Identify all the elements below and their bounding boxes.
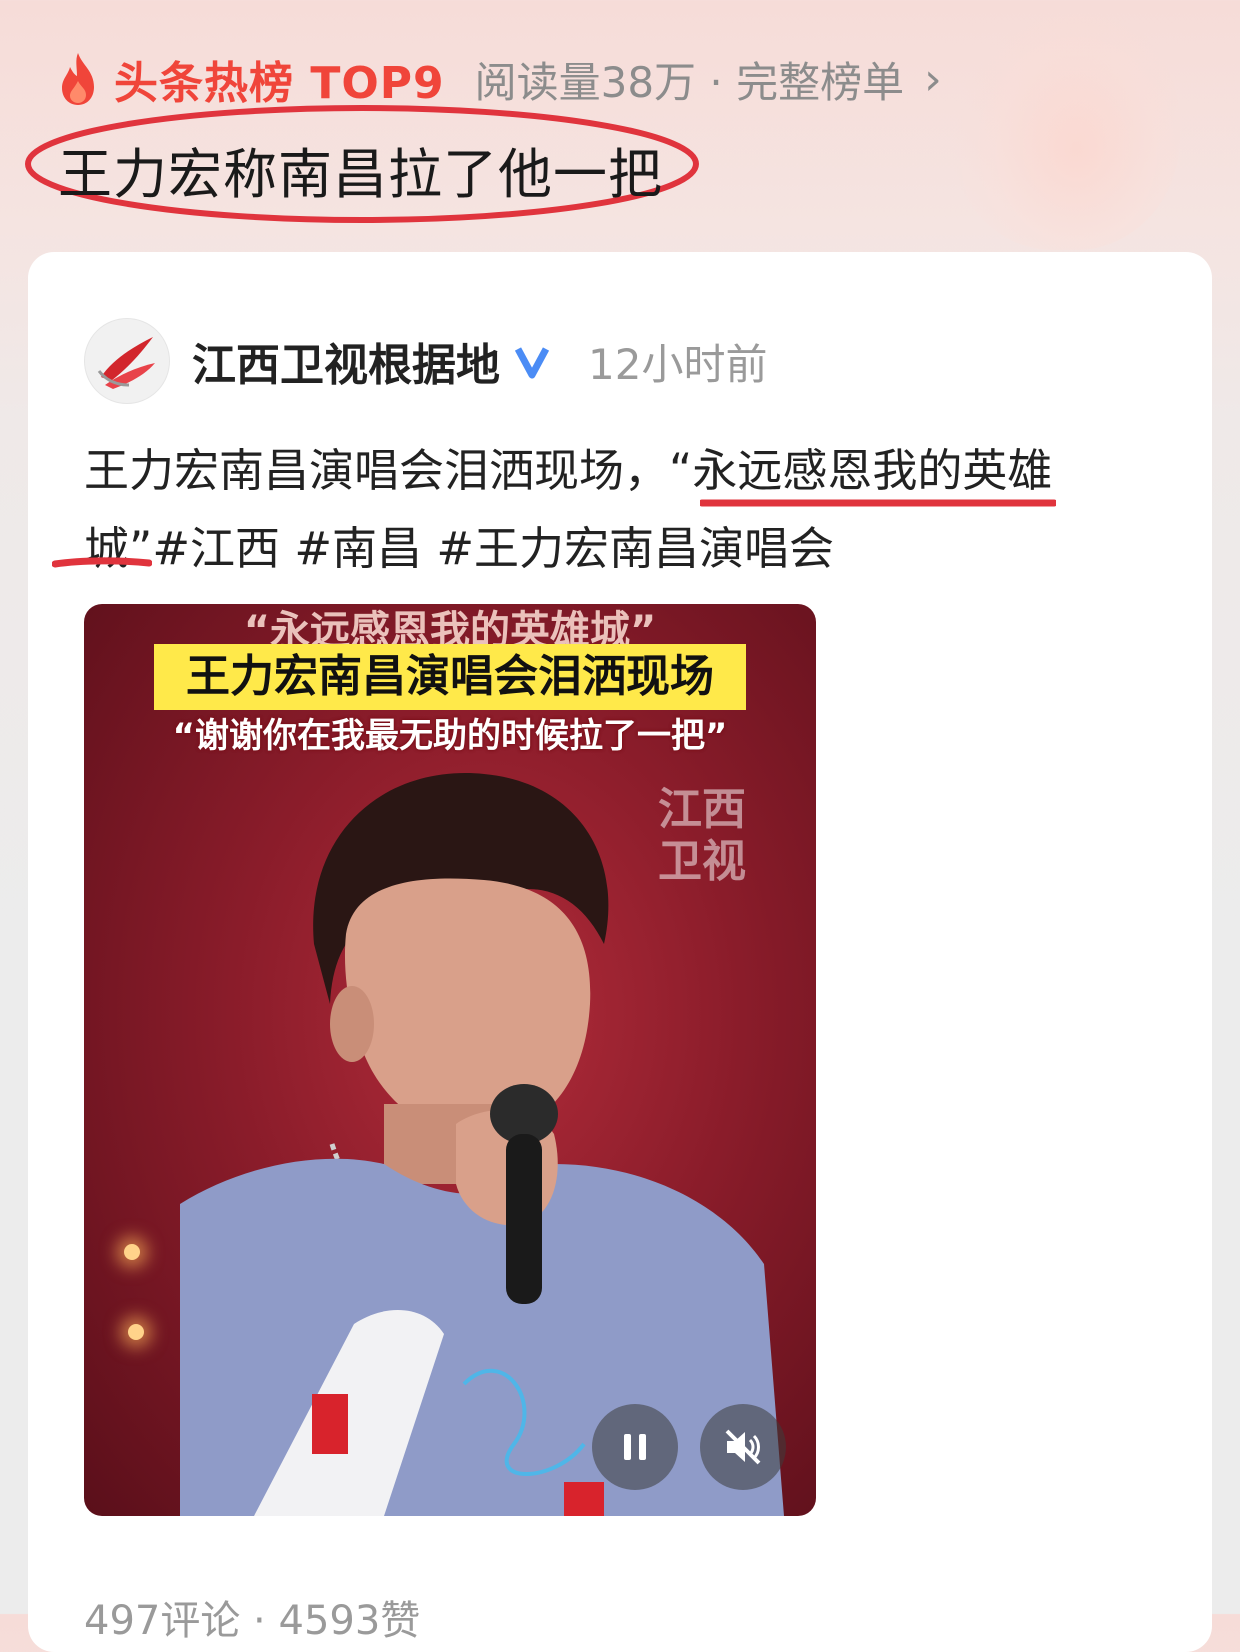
chevron-right-icon[interactable]: › <box>924 54 942 105</box>
flame-icon <box>62 53 94 105</box>
stage-light <box>124 1244 140 1260</box>
author-row[interactable]: 江西卫视根据地 12小时前 <box>84 316 767 406</box>
background-flame-decoration <box>950 0 1180 250</box>
headline-block[interactable]: 王力宏称南昌拉了他一把 <box>22 100 702 230</box>
post-text[interactable]: 王力宏南昌演唱会泪洒现场，“永远感恩我的英雄 城”#江西 #南昌 #王力宏南昌演… <box>84 432 1154 588</box>
mute-button[interactable] <box>700 1404 786 1490</box>
post-card[interactable]: 江西卫视根据地 12小时前 王力宏南昌演唱会泪洒现场，“永远感恩我的英雄 城”#… <box>28 252 1212 1652</box>
post-text-line: 城”#江西 #南昌 #王力宏南昌演唱会 <box>84 522 835 575</box>
channel-logo-icon <box>97 337 155 389</box>
pause-icon <box>624 1434 646 1460</box>
verified-icon <box>514 347 550 379</box>
video-player[interactable]: “永远感恩我的英雄城” 王力宏南昌演唱会泪洒现场 “谢谢你在我最无助的时候拉了一… <box>84 604 816 1516</box>
performer-figure <box>180 773 784 1516</box>
red-underline-annotation <box>700 499 1056 507</box>
stage-light <box>128 1324 144 1340</box>
pause-button[interactable] <box>592 1404 678 1490</box>
author-name[interactable]: 江西卫视根据地 <box>192 329 500 393</box>
muted-speaker-icon <box>725 1429 761 1465</box>
post-stats: 497评论 · 4593赞 <box>84 1598 421 1644</box>
red-underline-annotation <box>52 557 152 568</box>
avatar[interactable] <box>84 318 170 404</box>
headline-title[interactable]: 王力宏称南昌拉了他一把 <box>58 130 663 209</box>
post-time: 12小时前 <box>588 339 768 389</box>
